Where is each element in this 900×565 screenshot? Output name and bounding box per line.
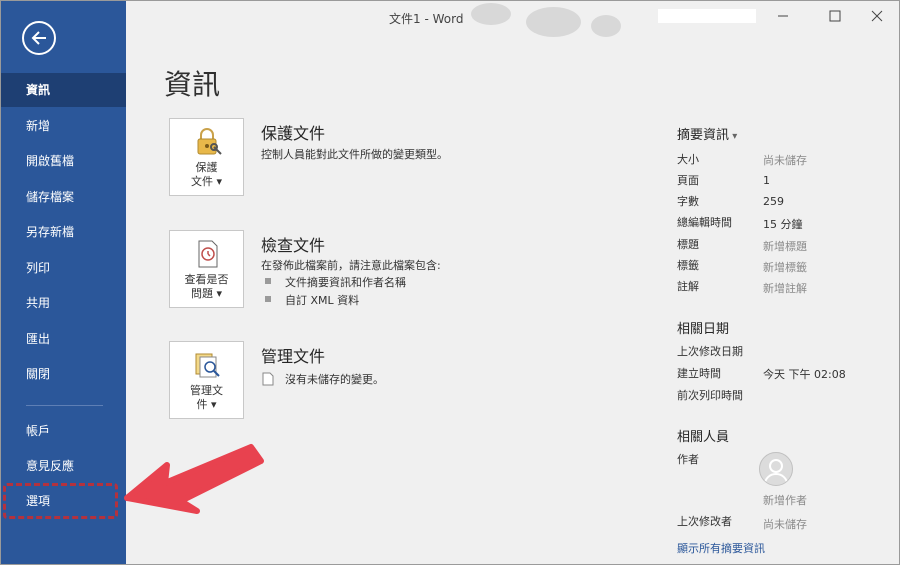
page-title: 資訊 (164, 68, 221, 101)
prop-label-last-printed: 前次列印時間 (677, 389, 743, 402)
protect-desc: 控制人員能對此文件所做的變更類型。 (261, 148, 448, 161)
highlight-options-box (3, 483, 118, 519)
prop-value-title[interactable]: 新增標題 (763, 238, 807, 254)
prop-value-size: 尚未儲存 (763, 154, 807, 167)
window-title: 文件1 - Word (389, 12, 464, 26)
annotation-arrow-icon (124, 444, 264, 514)
backstage-sidebar: 資訊 新增 開啟舊檔 儲存檔案 另存新檔 列印 共用 匯出 關閉 帳戶 意見反應… (1, 1, 126, 564)
check-issues-label-2: 問題 ▾ (190, 287, 223, 300)
prop-label-comments: 註解 (677, 280, 699, 293)
titlebar-pattern (471, 3, 511, 25)
lock-key-icon (197, 128, 222, 155)
prop-label-edit-time: 總編輯時間 (677, 216, 732, 229)
person-icon (759, 452, 793, 486)
manage-button-label-2: 件 ▾ (196, 398, 217, 411)
dropdown-caret-icon: ▾ (207, 398, 217, 411)
prop-label-size: 大小 (677, 153, 699, 166)
word-backstage-window: 文件1 - Word 資訊 新增 開啟舊檔 儲存檔案 另存新檔 列印 共用 匯出… (0, 0, 900, 565)
sidebar-item-save-as[interactable]: 另存新檔 (1, 215, 126, 249)
protect-button-label-2: 文件 ▾ (190, 175, 223, 188)
dropdown-caret-icon: ▾ (729, 131, 738, 142)
sidebar-item-info[interactable]: 資訊 (1, 73, 126, 107)
dropdown-caret-icon: ▾ (212, 175, 223, 188)
doc-small-icon (262, 372, 274, 386)
minimize-icon[interactable] (773, 6, 793, 26)
dropdown-caret-icon: ▾ (212, 287, 223, 300)
prop-label-title: 標題 (677, 238, 699, 251)
protect-title: 保護文件 (261, 124, 326, 143)
titlebar-pattern (591, 15, 621, 37)
show-all-properties-link[interactable]: 顯示所有摘要資訊 (677, 540, 765, 556)
prop-value-pages: 1 (763, 174, 770, 187)
prop-label-created: 建立時間 (677, 367, 721, 380)
titlebar-pattern (526, 7, 581, 37)
maximize-icon[interactable] (825, 6, 845, 26)
properties-header[interactable]: 摘要資訊 ▾ (677, 124, 737, 143)
bullet-icon (265, 296, 271, 302)
prop-value-words: 259 (763, 195, 784, 208)
prop-value-edit-time: 15 分鐘 (763, 218, 803, 231)
inspect-desc: 在發佈此檔案前，請注意此檔案包含: (261, 259, 441, 272)
back-arrow-icon[interactable] (22, 21, 56, 55)
sidebar-item-share[interactable]: 共用 (1, 286, 126, 320)
close-icon[interactable] (867, 6, 887, 26)
sidebar-item-feedback[interactable]: 意見反應 (1, 449, 126, 483)
check-issues-button[interactable]: 查看是否 問題 ▾ (169, 230, 244, 308)
prop-label-last-modified-by: 上次修改者 (677, 515, 732, 528)
manage-title: 管理文件 (261, 347, 326, 366)
sidebar-divider (26, 405, 103, 406)
sidebar-item-new[interactable]: 新增 (1, 109, 126, 143)
sidebar-item-print[interactable]: 列印 (1, 251, 126, 285)
manage-document-button[interactable]: 管理文 件 ▾ (169, 341, 244, 419)
bullet-icon (265, 278, 271, 284)
manage-desc: 沒有未儲存的變更。 (285, 373, 384, 386)
sidebar-item-export[interactable]: 匯出 (1, 322, 126, 356)
inspect-title: 檢查文件 (261, 236, 326, 255)
manage-doc-icon (195, 353, 220, 378)
prop-value-last-modified-by: 尚未儲存 (763, 518, 807, 531)
sidebar-item-close[interactable]: 關閉 (1, 357, 126, 391)
prop-label-tags: 標籤 (677, 259, 699, 272)
related-people-header: 相關人員 (677, 430, 730, 445)
sidebar-item-account[interactable]: 帳戶 (1, 414, 126, 448)
sidebar-item-open[interactable]: 開啟舊檔 (1, 144, 126, 178)
inspect-doc-icon (198, 240, 218, 268)
prop-label-last-modified: 上次修改日期 (677, 345, 743, 358)
inspect-bullet-1: 文件摘要資訊和作者名稱 (285, 276, 406, 289)
sidebar-item-save[interactable]: 儲存檔案 (1, 180, 126, 214)
protect-document-button[interactable]: 保護 文件 ▾ (169, 118, 244, 196)
prop-value-tags[interactable]: 新增標籤 (763, 259, 807, 275)
prop-label-author: 作者 (677, 453, 699, 466)
related-dates-header: 相關日期 (677, 322, 730, 337)
redacted-area (658, 9, 756, 23)
prop-label-pages: 頁面 (677, 174, 699, 187)
prop-value-created: 今天 下午 02:08 (763, 368, 846, 381)
inspect-bullet-2: 自訂 XML 資料 (285, 294, 360, 307)
prop-label-words: 字數 (677, 195, 699, 208)
add-author-link[interactable]: 新增作者 (763, 492, 807, 508)
prop-value-comments[interactable]: 新增註解 (763, 280, 807, 296)
